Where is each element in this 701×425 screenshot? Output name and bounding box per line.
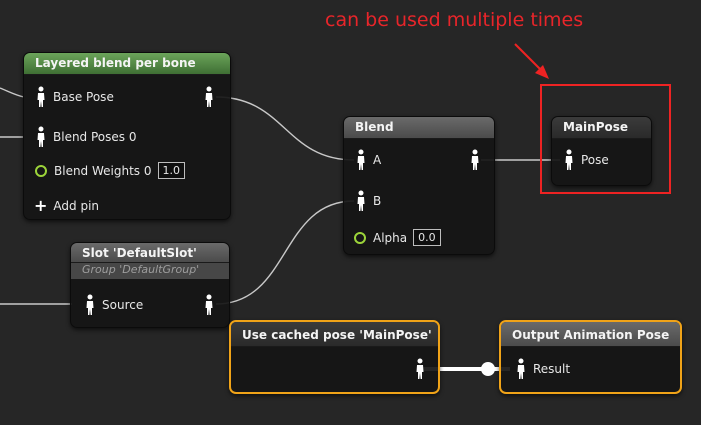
pin-source[interactable]: Source <box>85 294 143 316</box>
node-title: Output Animation Pose <box>501 322 680 347</box>
float-pin-icon <box>354 231 366 244</box>
node-subtitle: Group 'DefaultGroup' <box>71 263 229 279</box>
pose-icon <box>205 294 213 315</box>
node-title: Layered blend per bone <box>24 53 230 75</box>
pin-output-pose[interactable] <box>470 149 480 171</box>
pin-blend-weights-0[interactable]: Blend Weights 0 1.0 <box>35 162 185 179</box>
pose-icon <box>517 358 525 379</box>
pin-base-pose[interactable]: Base Pose <box>36 86 114 108</box>
wire-base-pose-to-a <box>215 96 355 161</box>
pin-alpha[interactable]: Alpha 0.0 <box>354 229 441 246</box>
pin-label: B <box>373 194 382 208</box>
pose-icon <box>37 126 45 147</box>
pin-label: Pose <box>581 153 609 167</box>
pin-pose[interactable]: Pose <box>564 149 609 171</box>
node-use-cached-pose[interactable]: Use cached pose 'MainPose' <box>229 320 440 394</box>
pose-icon <box>565 149 573 170</box>
node-blend[interactable]: Blend A B Alpha 0.0 <box>343 116 495 255</box>
annotation-text: can be used multiple times <box>325 9 584 31</box>
node-title: Slot 'DefaultSlot' <box>71 243 229 263</box>
node-title: MainPose <box>552 117 651 139</box>
pose-icon <box>357 149 365 170</box>
pin-a[interactable]: A <box>356 149 381 171</box>
plus-icon: + <box>34 196 48 215</box>
wire-knot[interactable] <box>481 362 495 376</box>
pose-icon <box>86 294 94 315</box>
node-layered-blend-per-bone[interactable]: Layered blend per bone Base Pose Blend P… <box>23 52 231 220</box>
node-main-pose[interactable]: MainPose Pose <box>551 116 652 186</box>
pin-label: A <box>373 153 382 167</box>
pose-icon <box>205 86 213 107</box>
pin-output-pose[interactable] <box>204 294 214 316</box>
pin-output-pose[interactable] <box>415 358 425 380</box>
pin-blend-poses-0[interactable]: Blend Poses 0 <box>36 126 136 148</box>
pose-icon <box>37 86 45 107</box>
pin-label: Source <box>102 298 144 312</box>
pose-icon <box>416 358 424 379</box>
pose-icon <box>357 190 365 211</box>
pose-icon <box>471 149 479 170</box>
pin-result[interactable]: Result <box>516 358 570 380</box>
wire-source-to-b <box>215 200 355 305</box>
add-pin-button[interactable]: + Add pin <box>34 196 100 215</box>
node-slot-default-slot[interactable]: Slot 'DefaultSlot' Group 'DefaultGroup' … <box>70 242 230 328</box>
pin-label: Base Pose <box>53 90 114 104</box>
anim-graph-canvas[interactable]: can be used multiple times Layered blend… <box>0 0 701 425</box>
float-pin-icon <box>35 164 47 177</box>
add-pin-label: Add pin <box>53 199 100 213</box>
node-title: Blend <box>344 117 494 139</box>
wire-input-base-pose <box>0 87 25 98</box>
pin-b[interactable]: B <box>356 190 381 212</box>
pin-label: Alpha <box>373 230 408 245</box>
node-title: Use cached pose 'MainPose' <box>231 322 438 347</box>
pin-label: Blend Poses 0 <box>53 130 137 144</box>
alpha-value-input[interactable]: 0.0 <box>413 229 441 246</box>
pin-label: Result <box>533 362 571 376</box>
node-output-animation-pose[interactable]: Output Animation Pose Result <box>499 320 682 394</box>
blend-weights-value-input[interactable]: 1.0 <box>157 162 185 179</box>
pin-label: Blend Weights 0 <box>54 163 152 178</box>
pin-output-pose[interactable] <box>204 86 214 108</box>
